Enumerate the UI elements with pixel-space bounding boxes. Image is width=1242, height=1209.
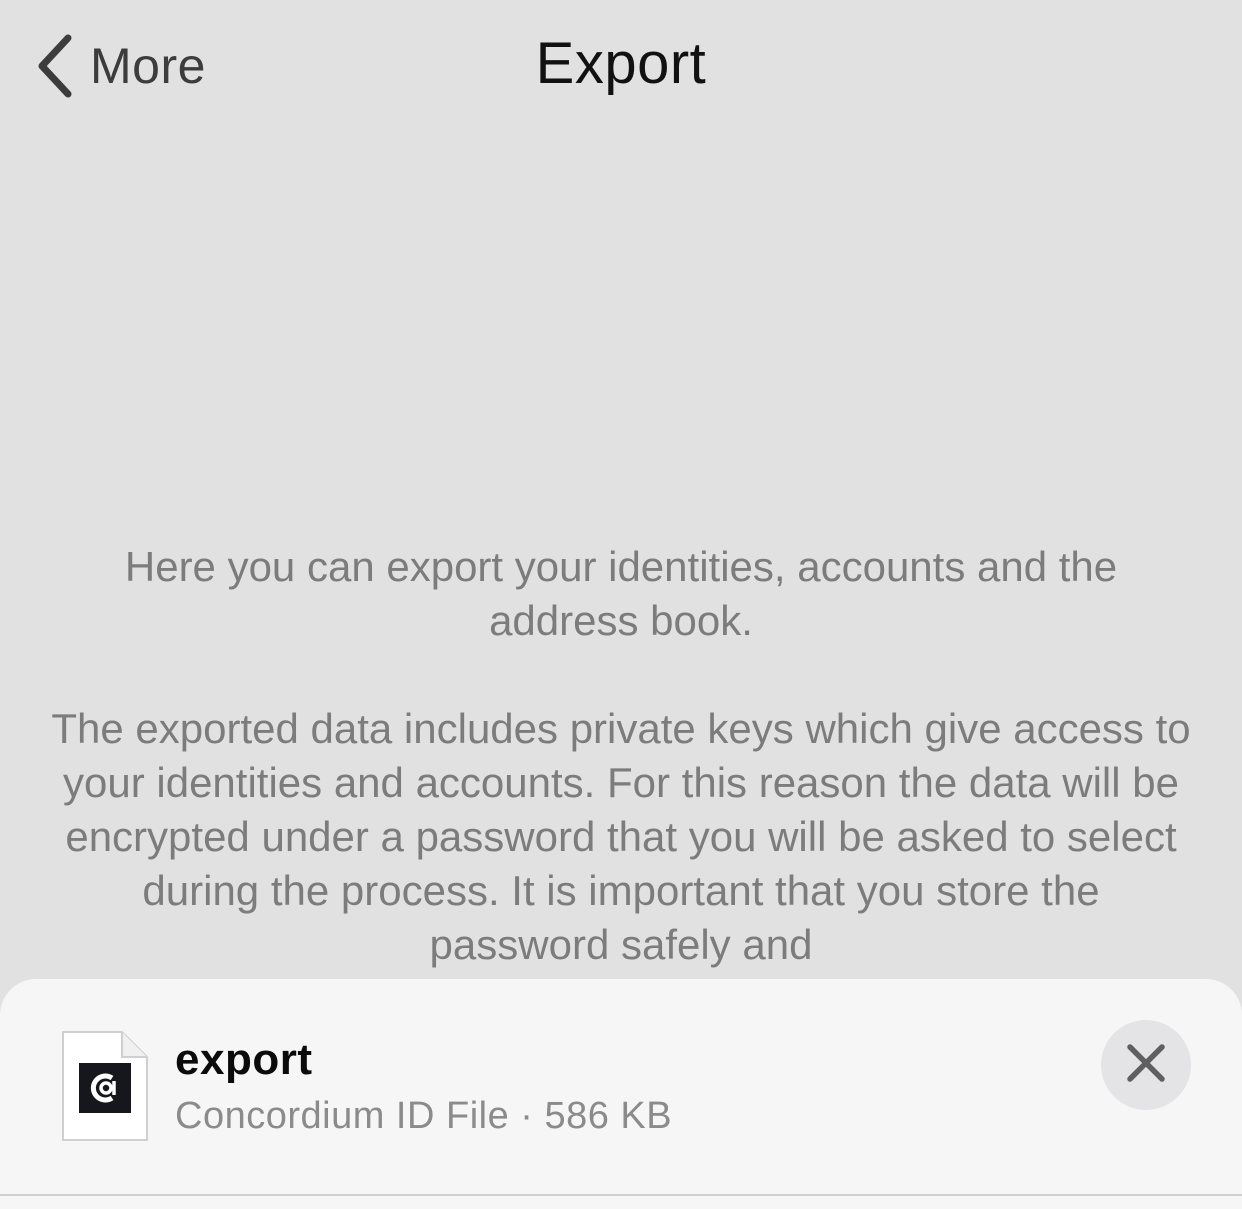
file-name: export xyxy=(175,1035,313,1084)
divider xyxy=(0,1194,1242,1196)
share-sheet: export Concordium ID File · 586 KB xyxy=(0,979,1242,1209)
close-button[interactable] xyxy=(1101,1020,1191,1110)
export-description: Here you can export your identities, acc… xyxy=(50,540,1192,972)
description-paragraph-2: The exported data includes private keys … xyxy=(51,705,1191,968)
file-meta: Concordium ID File · 586 KB xyxy=(175,1095,673,1137)
concordium-file-icon xyxy=(62,1031,148,1141)
navigation-bar: More Export xyxy=(0,0,1242,130)
description-paragraph-1: Here you can export your identities, acc… xyxy=(124,543,1118,644)
close-icon xyxy=(1126,1043,1166,1088)
page-title: Export xyxy=(535,31,707,96)
